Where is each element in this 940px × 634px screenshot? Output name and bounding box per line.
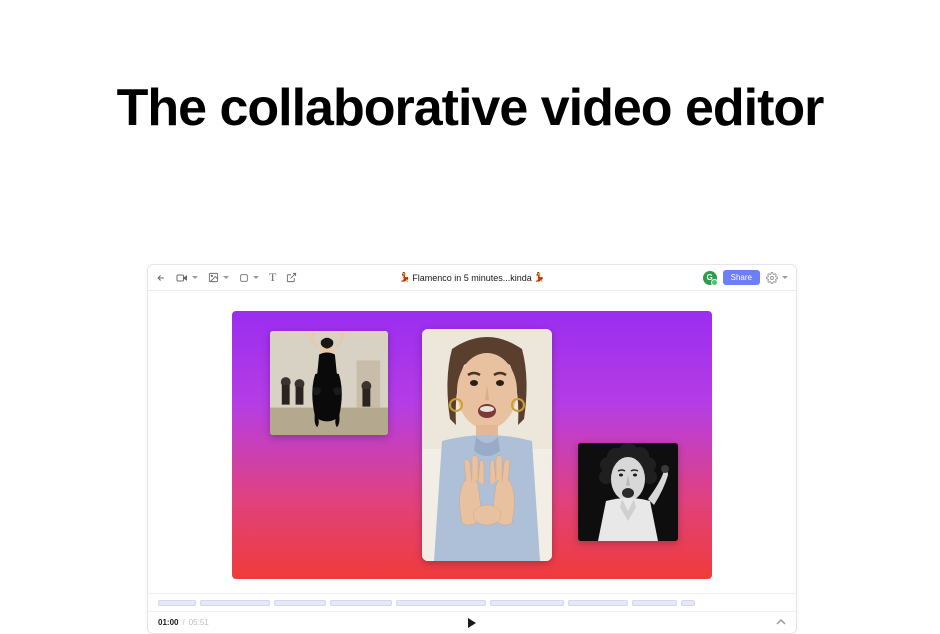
chevron-down-icon — [192, 276, 198, 279]
editor-window: T 💃 Flamenco in 5 minutes...kinda 💃 G Sh… — [147, 264, 797, 634]
project-title-text: Flamenco in 5 minutes...kinda — [412, 273, 532, 283]
dancer-emoji-icon: 💃 — [399, 272, 410, 283]
chevron-down-icon — [223, 276, 229, 279]
timeline-segment[interactable] — [200, 600, 270, 606]
avatar-initial: G — [707, 273, 713, 282]
square-icon — [239, 273, 249, 283]
video-canvas[interactable] — [232, 311, 712, 579]
arrow-left-icon — [156, 273, 166, 283]
canvas-area — [148, 291, 796, 593]
back-button[interactable] — [156, 273, 166, 283]
timeline-segment[interactable] — [330, 600, 392, 606]
timeline-segment[interactable] — [274, 600, 326, 606]
timeline-segment[interactable] — [396, 600, 486, 606]
timeline-segment[interactable] — [568, 600, 628, 606]
current-time: 01:00 — [158, 618, 178, 627]
video-icon — [176, 273, 188, 283]
toolbar: T 💃 Flamenco in 5 minutes...kinda 💃 G Sh… — [148, 265, 796, 291]
total-time: 05:51 — [189, 618, 209, 627]
timeline-segment[interactable] — [490, 600, 564, 606]
settings-menu[interactable] — [766, 272, 788, 284]
collapse-button[interactable] — [776, 618, 786, 627]
clip-dancer[interactable] — [270, 331, 388, 435]
share-button[interactable]: Share — [723, 270, 760, 285]
external-link-icon — [286, 272, 297, 283]
image-menu[interactable] — [208, 272, 229, 283]
text-button[interactable]: T — [269, 270, 276, 285]
timeline[interactable] — [148, 593, 796, 611]
gear-icon — [766, 272, 778, 284]
dancer-emoji-icon: 💃 — [534, 272, 545, 283]
chevron-down-icon — [253, 276, 259, 279]
time-separator: / — [182, 618, 184, 627]
timecode: 01:00 / 05:51 — [158, 618, 209, 627]
chevron-down-icon — [782, 276, 788, 279]
user-avatar[interactable]: G — [703, 271, 717, 285]
play-button[interactable] — [468, 618, 476, 628]
timeline-segment[interactable] — [158, 600, 196, 606]
timeline-segment[interactable] — [681, 600, 695, 606]
project-title[interactable]: 💃 Flamenco in 5 minutes...kinda 💃 — [399, 272, 545, 283]
text-icon: T — [269, 270, 276, 285]
page-headline: The collaborative video editor — [0, 78, 940, 138]
image-icon — [208, 272, 219, 283]
timeline-segment[interactable] — [632, 600, 677, 606]
record-menu[interactable] — [176, 273, 198, 283]
chevron-up-icon — [776, 619, 786, 625]
play-icon — [468, 618, 476, 628]
external-button[interactable] — [286, 272, 297, 283]
shape-menu[interactable] — [239, 273, 259, 283]
clip-presenter[interactable] — [422, 329, 552, 561]
clip-singer[interactable] — [578, 443, 678, 541]
playbar: 01:00 / 05:51 — [148, 611, 796, 633]
